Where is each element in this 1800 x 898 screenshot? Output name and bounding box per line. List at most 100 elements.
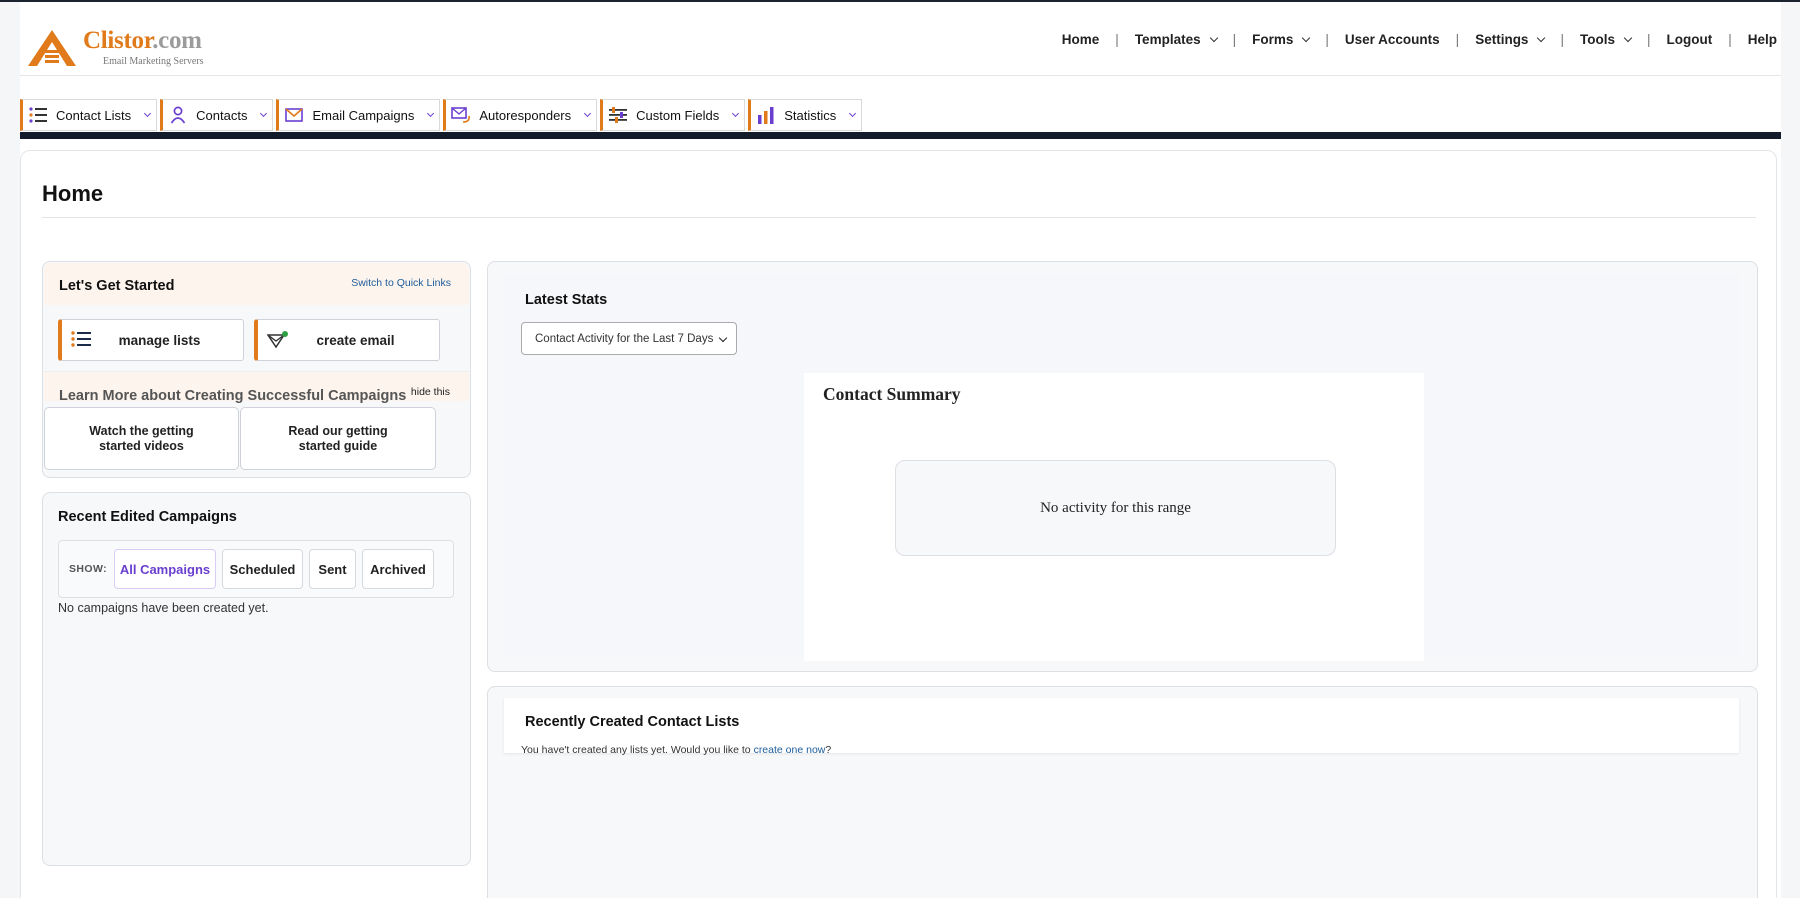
- learn-more-title: Learn More about Creating Successful Cam…: [59, 388, 407, 404]
- nav-home[interactable]: Home: [1062, 32, 1100, 47]
- app-shell: Clistor.com Email Marketing Servers Home…: [20, 2, 1781, 898]
- logo-domain: .com: [152, 27, 202, 54]
- nav-separator: |: [1560, 32, 1564, 47]
- create-list-link[interactable]: create one now: [754, 744, 826, 756]
- latest-stats-body: Latest Stats Contact Activity for the La…: [504, 275, 1739, 661]
- switch-to-quick-links-link[interactable]: Switch to Quick Links: [351, 277, 451, 289]
- logo-name: Clistor: [83, 27, 153, 54]
- chevron-down-icon: [144, 109, 152, 117]
- campaign-filter-bar: SHOW: All Campaigns Scheduled Sent Archi…: [58, 540, 454, 598]
- site-header: Clistor.com Email Marketing Servers Home…: [20, 2, 1781, 76]
- guide-label: Read our getting started guide: [288, 424, 387, 454]
- latest-stats-panel: Latest Stats Contact Activity for the La…: [487, 261, 1758, 672]
- bar-chart-icon: [756, 105, 776, 125]
- nav-separator: |: [1728, 32, 1732, 47]
- getting-started-guide-button[interactable]: Read our getting started guide: [240, 407, 436, 470]
- recent-lists-panel: Recently Created Contact Lists You have'…: [487, 686, 1758, 898]
- chevron-down-icon: [260, 109, 268, 117]
- module-tabs: Contact Lists Contacts Email Campaigns A…: [20, 99, 865, 133]
- no-activity-message: No activity for this range: [895, 460, 1336, 556]
- filter-sent[interactable]: Sent: [309, 549, 356, 589]
- tab-contacts-label: Contacts: [196, 107, 248, 123]
- filter-scheduled[interactable]: Scheduled: [222, 549, 303, 589]
- list-icon: [28, 105, 48, 125]
- filter-archived[interactable]: Archived: [362, 549, 434, 589]
- clistor-logo[interactable]: Clistor.com Email Marketing Servers: [26, 26, 226, 70]
- title-divider: [42, 217, 1756, 218]
- nav-logout[interactable]: Logout: [1666, 32, 1712, 47]
- nav-settings[interactable]: Settings: [1475, 32, 1546, 47]
- nav-tools-label: Tools: [1579, 32, 1615, 47]
- person-icon: [168, 105, 188, 125]
- contact-summary-chart: Contact Summary No activity for this ran…: [804, 373, 1424, 661]
- nav-help-label: Help: [1747, 32, 1777, 47]
- nav-tools[interactable]: Tools: [1579, 32, 1633, 47]
- chevron-down-icon: [427, 109, 435, 117]
- nav-separator: |: [1455, 32, 1460, 47]
- nav-templates[interactable]: Templates: [1134, 32, 1218, 47]
- videos-label-line1: Watch the getting: [89, 423, 194, 438]
- hide-this-link[interactable]: hide this: [411, 386, 450, 398]
- guide-label-line2: started guide: [298, 438, 378, 453]
- no-lists-text-end: ?: [825, 744, 832, 756]
- nav-separator: |: [1115, 32, 1119, 47]
- tab-autoresponders-label: Autoresponders: [479, 107, 572, 123]
- latest-stats-title: Latest Stats: [525, 292, 608, 308]
- tab-autoresponders[interactable]: Autoresponders: [443, 99, 598, 131]
- create-email-button[interactable]: create email: [254, 319, 440, 361]
- chevron-down-icon: [1209, 33, 1218, 42]
- tab-statistics[interactable]: Statistics: [748, 99, 863, 131]
- tab-email-campaigns[interactable]: Email Campaigns: [276, 99, 441, 131]
- no-lists-message: You have't created any lists yet. Would …: [521, 744, 831, 756]
- recent-campaigns-title: Recent Edited Campaigns: [58, 509, 237, 525]
- chevron-down-icon: [732, 109, 740, 117]
- chevron-down-icon: [1302, 33, 1311, 42]
- get-started-panel: Let's Get Started Switch to Quick Links …: [42, 261, 471, 478]
- tab-custom-fields[interactable]: Custom Fields: [600, 99, 746, 131]
- chevron-down-icon: [584, 109, 592, 117]
- page-title: Home: [42, 181, 104, 206]
- nav-user-accounts[interactable]: User Accounts: [1345, 32, 1440, 47]
- stats-range-value: Contact Activity for the Last 7 Days: [535, 332, 714, 345]
- get-started-title: Let's Get Started: [59, 278, 175, 294]
- nav-home-label: Home: [1061, 32, 1100, 47]
- chevron-down-icon: [718, 333, 728, 343]
- chevron-down-icon: [849, 109, 857, 117]
- nav-separator: |: [1232, 32, 1237, 47]
- tab-email-campaigns-label: Email Campaigns: [312, 107, 415, 123]
- recent-campaigns-panel: Recent Edited Campaigns SHOW: All Campai…: [42, 492, 471, 866]
- logo-a-mark-icon: [28, 30, 76, 66]
- no-campaigns-text: No campaigns have been created yet.: [58, 601, 269, 615]
- nav-separator: |: [1646, 32, 1651, 47]
- logo-tagline: Email Marketing Servers: [103, 56, 204, 67]
- stats-range-select[interactable]: Contact Activity for the Last 7 Days: [521, 322, 737, 355]
- manage-lists-button[interactable]: manage lists: [58, 319, 244, 361]
- tab-contact-lists[interactable]: Contact Lists: [20, 99, 158, 131]
- get-started-header: Let's Get Started Switch to Quick Links: [44, 263, 469, 305]
- tab-statistics-label: Statistics: [784, 107, 837, 123]
- nav-forms-label: Forms: [1252, 32, 1294, 47]
- nav-user-accounts-label: User Accounts: [1344, 32, 1440, 47]
- chevron-down-icon: [1623, 33, 1633, 42]
- filter-all-campaigns[interactable]: All Campaigns: [114, 549, 216, 589]
- nav-templates-label: Templates: [1134, 32, 1201, 47]
- learn-more-header: Learn More about Creating Successful Cam…: [44, 371, 469, 404]
- getting-started-videos-button[interactable]: Watch the getting started videos: [44, 407, 239, 470]
- nav-forms[interactable]: Forms: [1252, 32, 1311, 47]
- guide-label-line1: Read our getting: [288, 423, 388, 438]
- tab-contacts[interactable]: Contacts: [160, 99, 274, 131]
- sliders-icon: [608, 105, 628, 125]
- tab-custom-fields-label: Custom Fields: [636, 107, 720, 123]
- tab-contact-lists-label: Contact Lists: [56, 107, 132, 123]
- create-email-icon: [266, 331, 289, 352]
- recent-lists-title: Recently Created Contact Lists: [525, 714, 740, 730]
- autoresponder-icon: [451, 105, 471, 125]
- tabs-underline-bar: [20, 132, 1781, 139]
- main-content: Home Let's Get Started Switch to Quick L…: [20, 150, 1777, 898]
- no-lists-text: You have't created any lists yet. Would …: [521, 744, 754, 756]
- envelope-icon: [284, 105, 304, 125]
- recent-lists-body: Recently Created Contact Lists You have'…: [504, 698, 1739, 756]
- nav-help[interactable]: Help: [1748, 32, 1777, 47]
- list-icon: [71, 331, 91, 350]
- nav-logout-label: Logout: [1666, 32, 1713, 47]
